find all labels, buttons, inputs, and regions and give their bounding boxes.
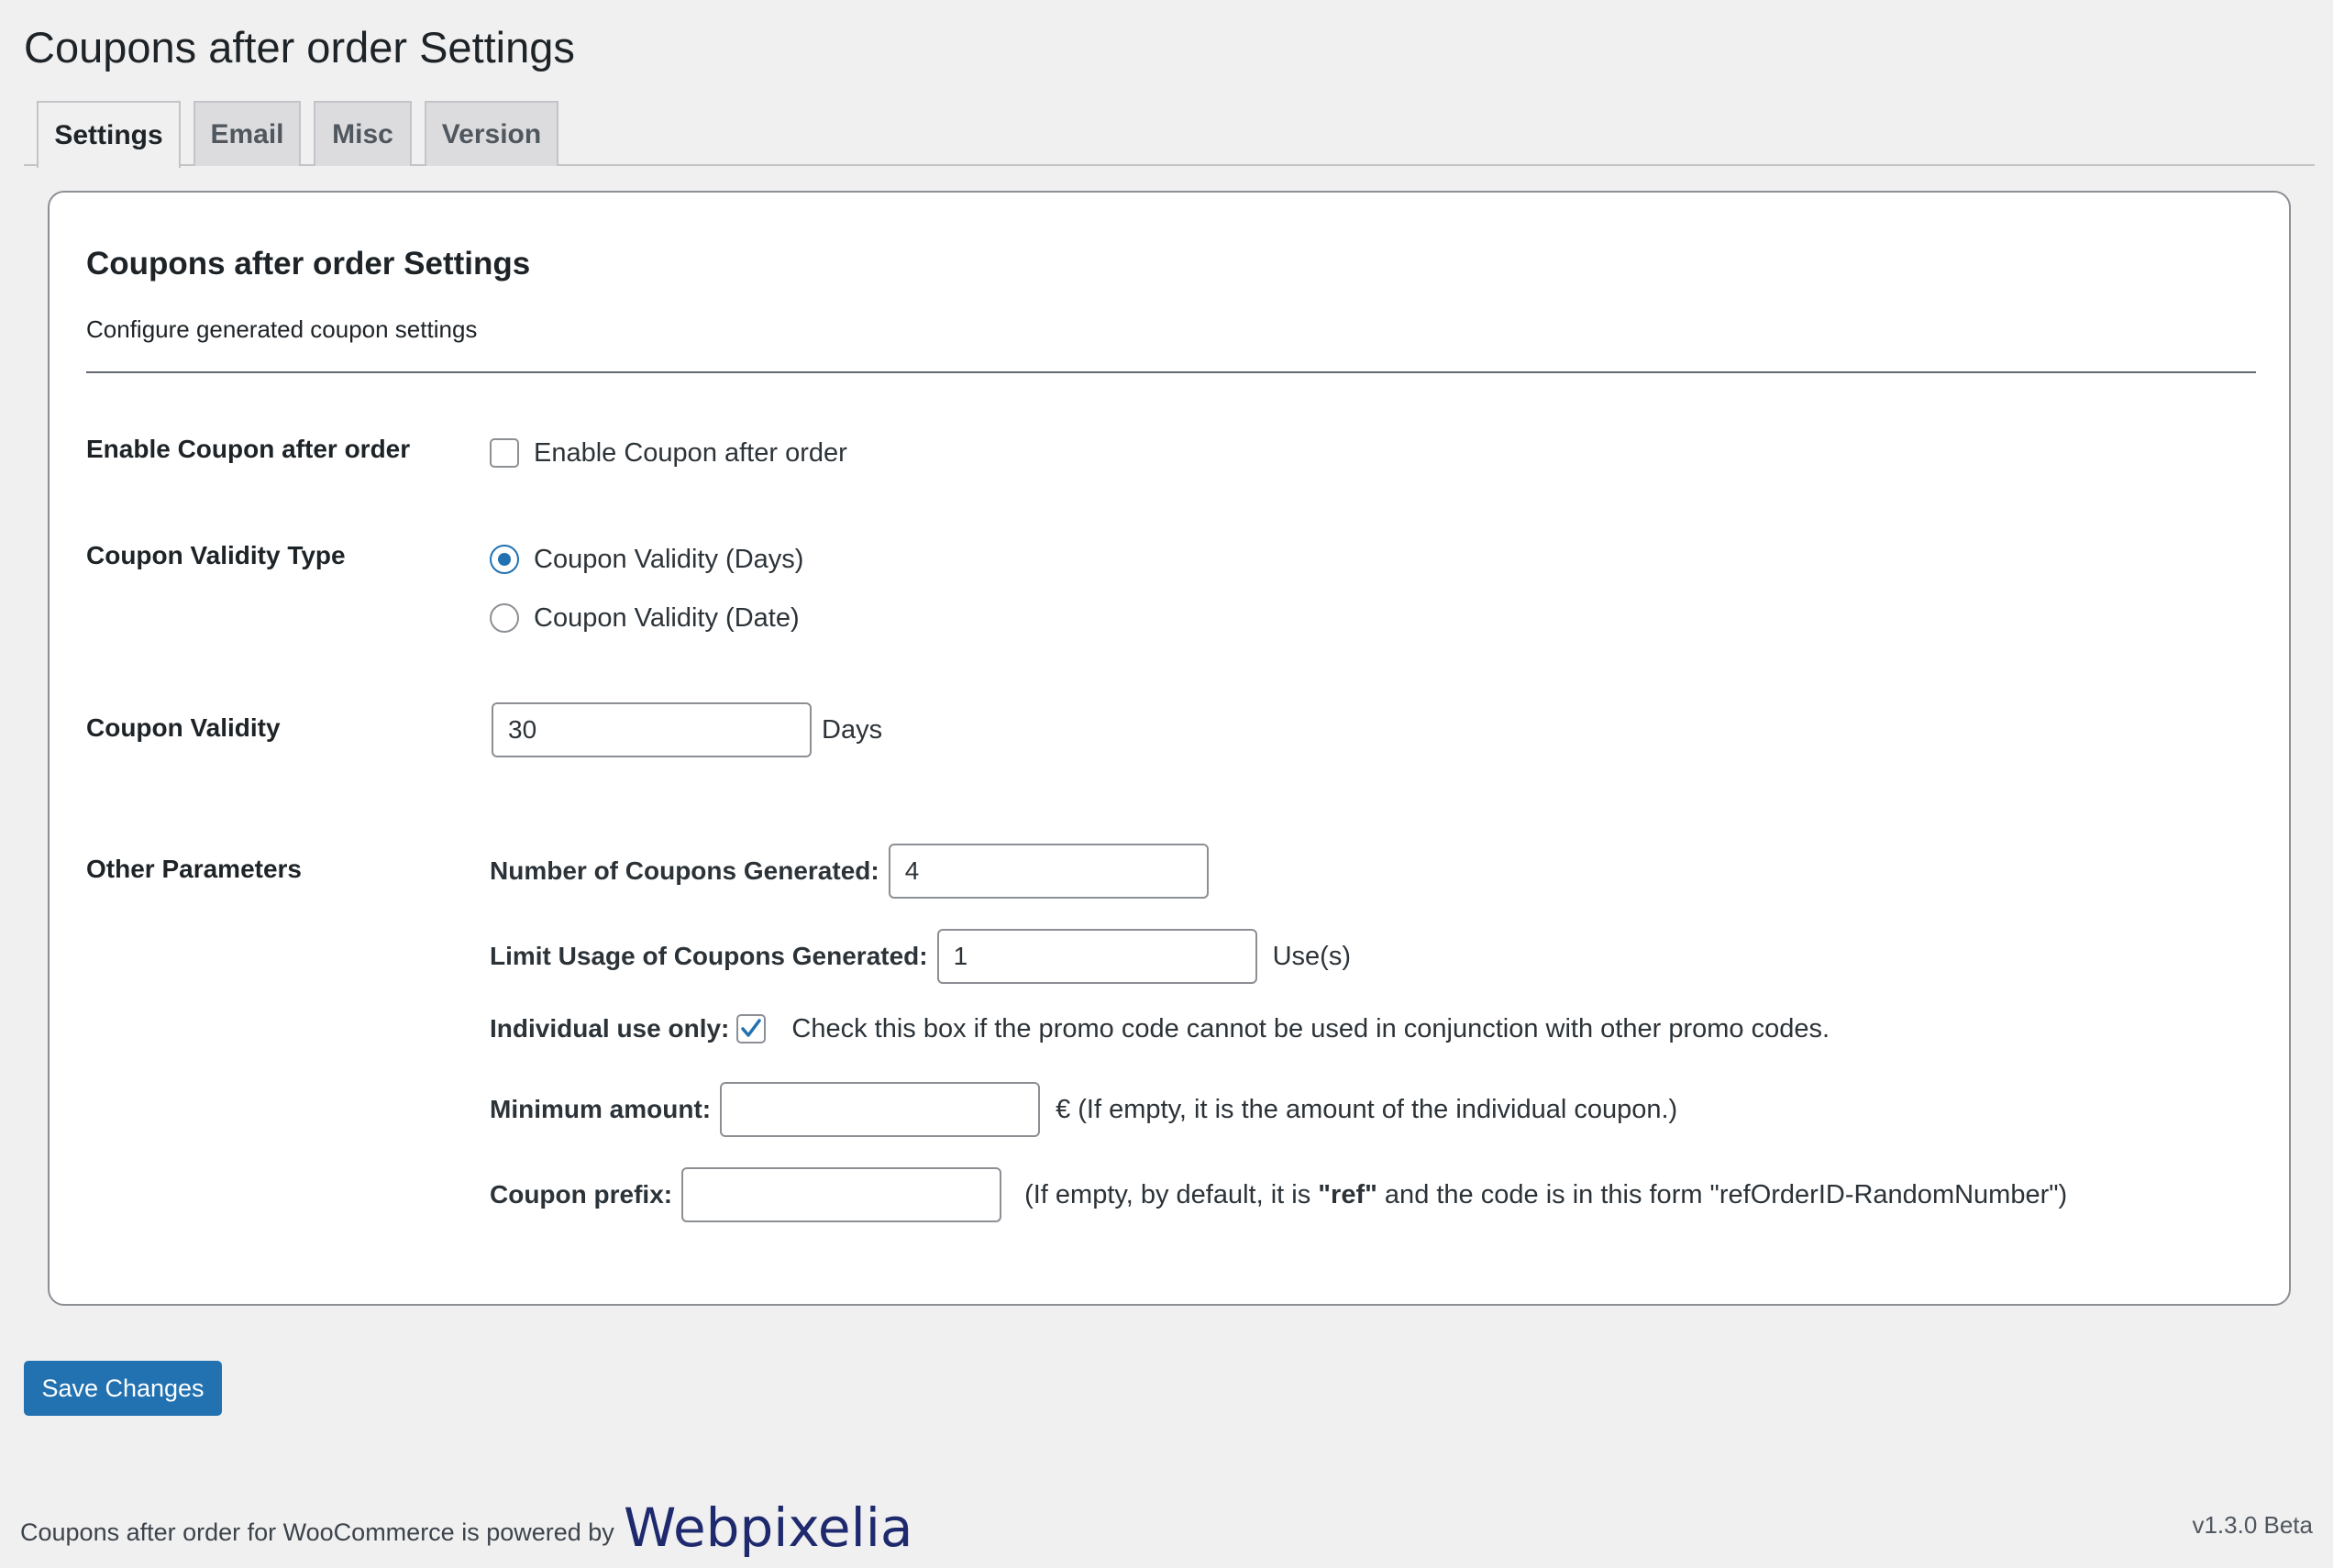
individual-use-label: Individual use only:: [490, 1014, 730, 1043]
coupon-validity-field: Days: [492, 702, 882, 757]
limit-usage-field: Limit Usage of Coupons Generated: Use(s): [490, 929, 1351, 984]
settings-card: Coupons after order Settings Configure g…: [48, 191, 2291, 1306]
num-coupons-input[interactable]: [888, 844, 1209, 899]
validity-days-label: Coupon Validity (Days): [534, 544, 804, 574]
limit-usage-input[interactable]: [936, 929, 1257, 984]
checkmark-icon: [741, 1019, 762, 1037]
coupon-prefix-hint-end: and the code is in this form "refOrderID…: [1377, 1179, 2068, 1209]
logo-wordmark: Webpixelia: [624, 1496, 913, 1559]
webpixelia-logo[interactable]: Webpixelia: [624, 1496, 912, 1559]
validity-days-option: Coupon Validity (Days): [490, 541, 803, 578]
coupon-prefix-input[interactable]: [681, 1167, 1002, 1222]
limit-usage-unit: Use(s): [1272, 941, 1351, 971]
minimum-amount-label: Minimum amount:: [490, 1095, 712, 1123]
other-parameters-label: Other Parameters: [86, 855, 303, 883]
coupon-prefix-field: Coupon prefix: (If empty, by default, it…: [490, 1167, 2067, 1222]
individual-use-checkbox[interactable]: [736, 1014, 767, 1043]
version-label: v1.3.0 Beta: [2192, 1511, 2313, 1539]
validity-date-radio[interactable]: [490, 603, 519, 633]
tab-settings[interactable]: Settings: [37, 101, 181, 168]
divider: [86, 371, 2256, 373]
num-coupons-field: Number of Coupons Generated:: [490, 844, 1209, 899]
tab-version[interactable]: Version: [425, 101, 558, 166]
tab-email[interactable]: Email: [193, 101, 301, 166]
enable-coupon-checkbox-label: Enable Coupon after order: [534, 437, 847, 468]
minimum-amount-field: Minimum amount: € (If empty, it is the a…: [490, 1082, 1677, 1137]
coupon-prefix-label: Coupon prefix:: [490, 1180, 673, 1209]
footer-powered-by: Coupons after order for WooCommerce is p…: [20, 1518, 614, 1546]
settings-page: Coupons after order Settings Settings Em…: [0, 0, 2333, 1568]
coupon-prefix-hint: (If empty, by default, it is "ref" and t…: [1024, 1180, 2067, 1210]
enable-coupon-label: Enable Coupon after order: [86, 435, 411, 463]
card-title: Coupons after order Settings: [86, 246, 531, 282]
enable-coupon-checkbox[interactable]: [490, 438, 519, 468]
tab-bar: Settings Email Misc Version: [24, 101, 2315, 168]
individual-use-description: Check this box if the promo code cannot …: [791, 1013, 1830, 1043]
validity-days-radio[interactable]: [490, 545, 519, 574]
coupon-prefix-hint-bold: "ref": [1318, 1179, 1377, 1209]
card-description: Configure generated coupon settings: [86, 315, 478, 343]
limit-usage-label: Limit Usage of Coupons Generated:: [490, 942, 928, 970]
radio-selected-dot: [498, 553, 511, 566]
coupon-validity-label: Coupon Validity: [86, 713, 281, 742]
tab-misc[interactable]: Misc: [314, 101, 412, 166]
coupon-prefix-hint-start: (If empty, by default, it is: [1024, 1179, 1319, 1209]
individual-use-field: Individual use only: Check this box if t…: [490, 1010, 1830, 1047]
coupon-validity-unit: Days: [822, 714, 883, 745]
minimum-amount-hint: € (If empty, it is the amount of the ind…: [1056, 1094, 1678, 1124]
page-title: Coupons after order Settings: [24, 23, 575, 72]
enable-coupon-field: Enable Coupon after order: [490, 435, 847, 471]
validity-date-option: Coupon Validity (Date): [490, 600, 800, 636]
validity-date-label: Coupon Validity (Date): [534, 602, 800, 633]
save-changes-button[interactable]: Save Changes: [24, 1361, 222, 1416]
validity-type-label: Coupon Validity Type: [86, 541, 346, 569]
coupon-validity-input[interactable]: [492, 702, 812, 757]
num-coupons-label: Number of Coupons Generated:: [490, 856, 879, 885]
minimum-amount-input[interactable]: [720, 1082, 1041, 1137]
